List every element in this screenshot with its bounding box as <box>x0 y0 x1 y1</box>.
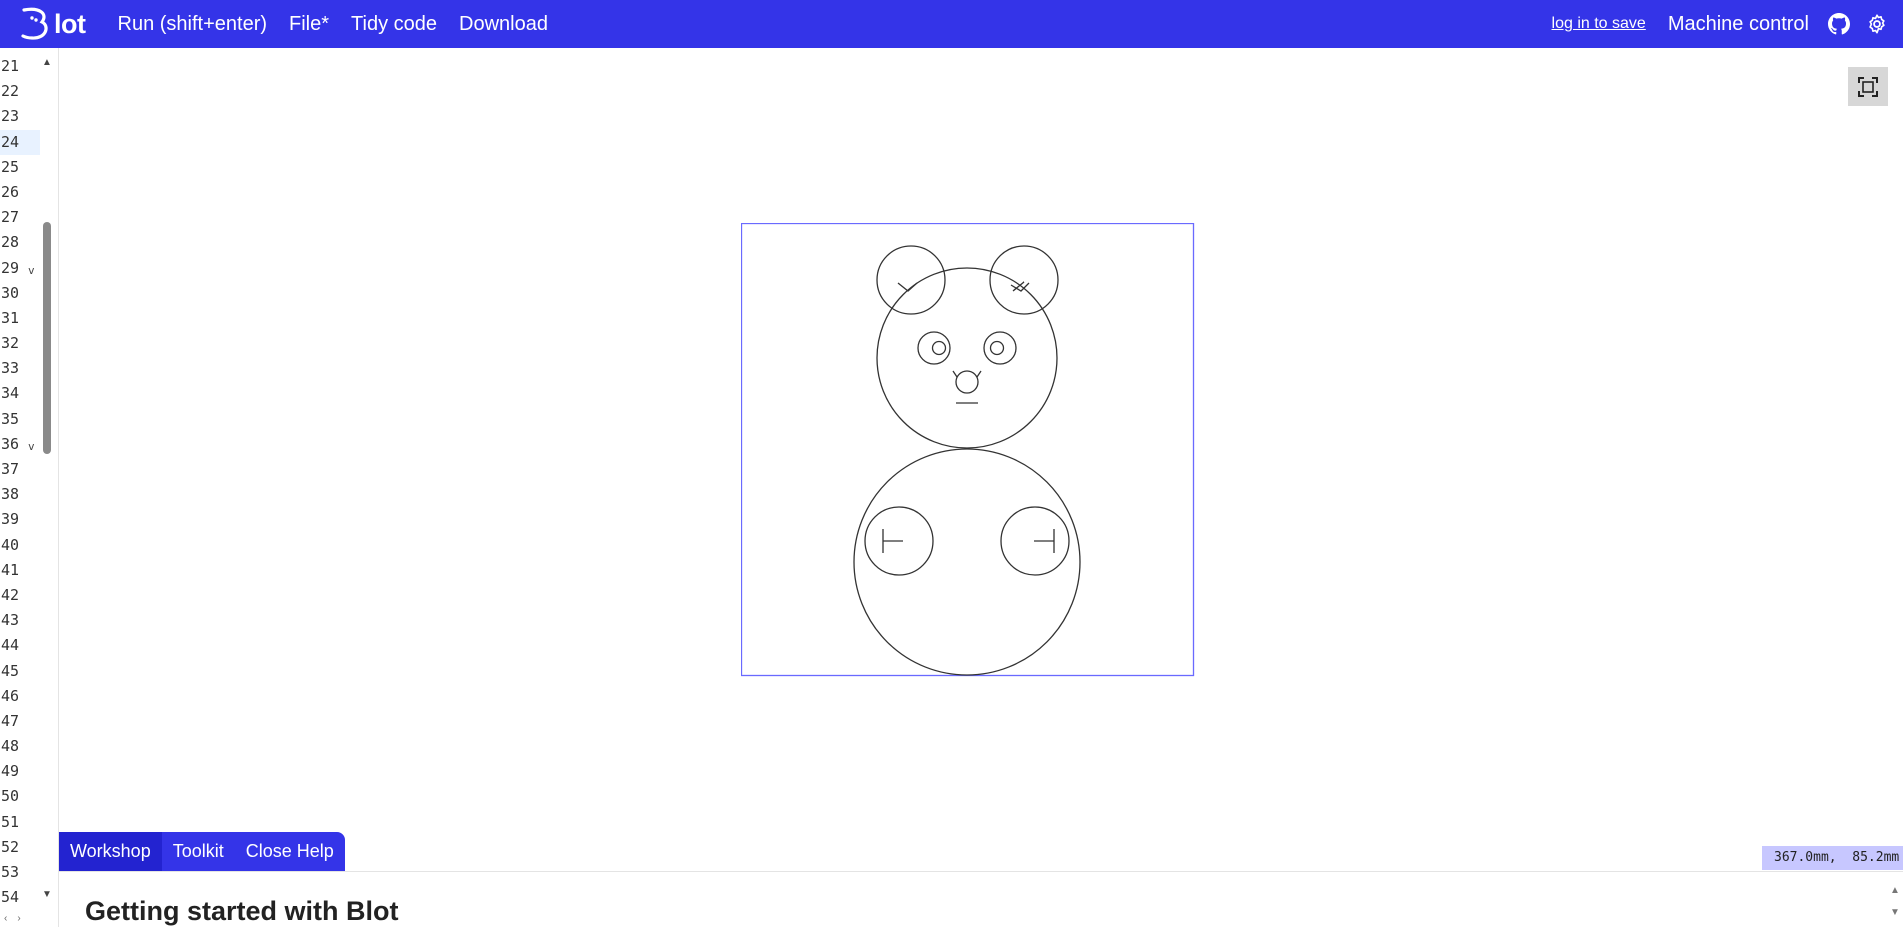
fold-chevron-icon[interactable]: v <box>28 434 35 459</box>
line-number: 41 <box>1 560 20 579</box>
line-number: 45 <box>1 661 20 680</box>
cursor-coordinates: 367.0mm, 85.2mm <box>1762 846 1903 870</box>
scroll-up-arrow-icon[interactable]: ▲ <box>42 58 52 68</box>
line-number: 52 <box>1 837 20 856</box>
code-editor[interactable]: 21 22 23 24 25 26 27 28 29 v 30 31 32 33 34 35 36 v 37 38 39… <box>0 48 59 927</box>
help-heading: Getting started with Blot <box>85 896 399 926</box>
line-number: 33 <box>1 359 20 378</box>
download-button[interactable]: Download <box>459 13 548 36</box>
help-tab-toolkit[interactable]: Toolkit <box>161 832 235 871</box>
help-scroll-up-icon[interactable]: ▲ <box>1888 880 1902 902</box>
machine-control-button[interactable]: Machine control <box>1668 13 1809 36</box>
file-menu[interactable]: File* <box>289 13 329 36</box>
blot-logo[interactable]: lot <box>18 6 86 42</box>
line-number: 35 <box>1 409 20 428</box>
line-number-gutter: 21 22 23 24 25 26 27 28 29 v 30 31 32 33 34 35 36 v 37 38 39… <box>0 54 40 910</box>
line-number: 50 <box>1 787 20 806</box>
run-button[interactable]: Run (shift+enter) <box>118 13 268 36</box>
help-scrollbar[interactable]: ▲ ▼ <box>1888 880 1902 924</box>
line-number: 49 <box>1 762 20 781</box>
line-number: 34 <box>1 384 20 403</box>
line-number: 26 <box>1 182 20 201</box>
line-number: 40 <box>1 535 20 554</box>
tidy-code-button[interactable]: Tidy code <box>351 13 437 36</box>
right-ear <box>989 245 1059 315</box>
help-divider <box>59 871 1903 872</box>
line-number: 39 <box>1 510 20 529</box>
left-paw-mark <box>882 529 903 553</box>
fit-to-screen-icon[interactable] <box>1848 67 1888 106</box>
line-number: 54 <box>1 888 20 907</box>
line-number: 42 <box>1 585 20 604</box>
login-link[interactable]: log in to save <box>1552 15 1646 33</box>
scroll-down-arrow-icon[interactable]: ▼ <box>42 890 52 900</box>
editor-scrollbar[interactable]: ▲ ▼ <box>42 58 52 900</box>
github-icon[interactable] <box>1827 12 1851 36</box>
bear-head <box>876 267 1058 449</box>
line-number: 43 <box>1 611 20 630</box>
help-content: Getting started with Blot <box>85 896 399 927</box>
nose <box>955 370 979 394</box>
line-number: 30 <box>1 283 20 302</box>
line-number: 23 <box>1 107 20 126</box>
line-number: 38 <box>1 485 20 504</box>
right-pupil <box>989 340 1005 356</box>
line-number: 47 <box>1 711 20 730</box>
line-number: 29 v <box>0 256 40 281</box>
horizontal-scroll-arrows[interactable]: ‹ › <box>0 913 44 925</box>
topbar-right: log in to save Machine control <box>1552 12 1903 36</box>
line-number: 21 <box>1 57 20 75</box>
line-number: 37 <box>1 460 20 478</box>
scroll-right-icon[interactable]: › <box>17 913 20 925</box>
help-scroll-down-icon[interactable]: ▼ <box>1888 902 1902 924</box>
line-number: 25 <box>1 157 20 176</box>
help-tab-workshop[interactable]: Workshop <box>59 832 162 871</box>
line-number: 22 <box>1 82 20 101</box>
blot-drawing-canvas <box>741 223 1195 677</box>
line-number: 27 <box>1 208 20 227</box>
right-eye <box>983 331 1017 365</box>
gear-icon[interactable] <box>1865 12 1889 36</box>
line-number: 32 <box>1 334 20 353</box>
line-number: 46 <box>1 686 20 705</box>
scrollbar-thumb[interactable] <box>43 222 51 454</box>
blot-logo-mark <box>21 7 48 40</box>
line-number: 44 <box>1 636 20 655</box>
top-bar: lot Run (shift+enter) File* Tidy code Do… <box>0 0 1903 48</box>
line-number: 48 <box>1 737 20 756</box>
line-number: 28 <box>1 233 20 252</box>
help-tab-bar: Workshop Toolkit Close Help <box>59 832 345 871</box>
right-paw-mark <box>1034 529 1055 553</box>
line-number: 53 <box>1 863 20 881</box>
left-ear <box>876 245 946 315</box>
bear-body <box>853 448 1081 676</box>
line-number: 51 <box>1 812 20 831</box>
line-number: 24 <box>0 129 40 155</box>
line-number: 36 v <box>0 432 40 457</box>
logo-text: lot <box>54 8 86 39</box>
fold-chevron-icon[interactable]: v <box>28 258 35 283</box>
help-tab-close-help[interactable]: Close Help <box>234 832 345 871</box>
scroll-left-icon[interactable]: ‹ <box>4 913 7 925</box>
left-pupil <box>931 340 947 356</box>
line-number: 31 <box>1 308 20 327</box>
